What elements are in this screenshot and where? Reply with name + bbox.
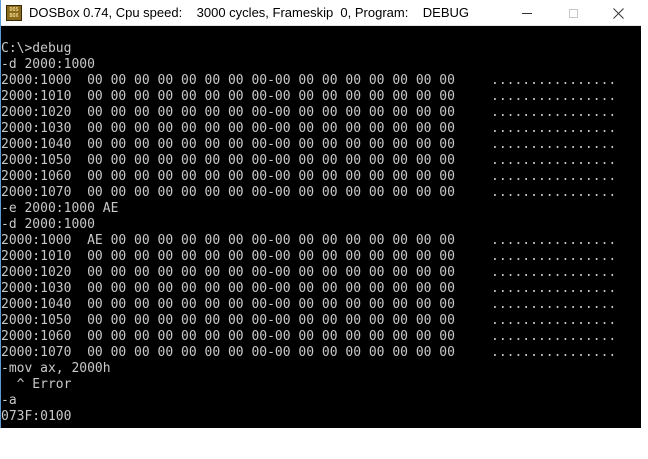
maximize-button[interactable]	[550, 0, 596, 26]
terminal-line: 073F:0100	[1, 409, 455, 425]
terminal-line: 2000:1020 00 00 00 00 00 00 00 00-00 00 …	[1, 105, 616, 121]
terminal-line: -mov ax, 2000h	[1, 361, 455, 377]
terminal-line: 2000:1010 00 00 00 00 00 00 00 00-00 00 …	[1, 89, 616, 105]
terminal-line: -e 2000:1000 AE	[1, 201, 455, 217]
terminal-line-text: 2000:1020 00 00 00 00 00 00 00 00-00 00 …	[1, 265, 455, 280]
terminal-line: 2000:1050 00 00 00 00 00 00 00 00-00 00 …	[1, 153, 616, 169]
terminal-ascii-dump: ................	[491, 249, 617, 264]
terminal-line-text: 2000:1030 00 00 00 00 00 00 00 00-00 00 …	[1, 121, 455, 136]
terminal-ascii-dump: ................	[491, 233, 617, 248]
terminal-line-text: ^ Error	[1, 377, 72, 392]
terminal-ascii-dump: ................	[491, 89, 617, 104]
terminal-line-text: 2000:1070 00 00 00 00 00 00 00 00-00 00 …	[1, 345, 455, 360]
terminal-ascii-dump: ................	[491, 73, 617, 88]
terminal-line: 2000:1000 00 00 00 00 00 00 00 00-00 00 …	[1, 73, 616, 89]
terminal-line: -d 2000:1000	[1, 217, 455, 233]
terminal-ascii-dump: ................	[491, 121, 617, 136]
terminal-line-text: 2000:1010 00 00 00 00 00 00 00 00-00 00 …	[1, 249, 455, 264]
terminal-line-text: 073F:0100	[1, 409, 72, 424]
terminal-line-text: 2000:1040 00 00 00 00 00 00 00 00-00 00 …	[1, 297, 455, 312]
maximize-icon	[568, 8, 578, 18]
terminal-ascii-dump: ................	[491, 345, 617, 360]
terminal-line-text: 2000:1060 00 00 00 00 00 00 00 00-00 00 …	[1, 329, 455, 344]
minimize-icon	[522, 12, 532, 14]
window-title: DOSBox 0.74, Cpu speed: 3000 cycles, Fra…	[29, 5, 470, 20]
close-icon	[612, 7, 624, 19]
terminal-line: 2000:1070 00 00 00 00 00 00 00 00-00 00 …	[1, 185, 616, 201]
terminal-ascii-dump: ................	[491, 281, 617, 296]
terminal-ascii-dump: ................	[491, 313, 617, 328]
terminal-line-text: 2000:1000 00 00 00 00 00 00 00 00-00 00 …	[1, 73, 455, 88]
terminal-line: 2000:1040 00 00 00 00 00 00 00 00-00 00 …	[1, 137, 616, 153]
terminal-output: C:\>debug -d 2000:1000 2000:1000 00 00 00 …	[1, 41, 616, 425]
terminal-line-text: 2000:1050 00 00 00 00 00 00 00 00-00 00 …	[1, 153, 455, 168]
terminal-line-text: -mov ax, 2000h	[1, 361, 111, 376]
terminal-line: 2000:1060 00 00 00 00 00 00 00 00-00 00 …	[1, 169, 616, 185]
close-button[interactable]	[595, 0, 641, 26]
terminal-line: 2000:1000 AE 00 00 00 00 00 00 00-00 00 …	[1, 233, 616, 249]
terminal-ascii-dump: ................	[491, 329, 617, 344]
terminal-ascii-dump: ................	[491, 153, 617, 168]
terminal-ascii-dump: ................	[491, 137, 617, 152]
terminal-line: 2000:1070 00 00 00 00 00 00 00 00-00 00 …	[1, 345, 616, 361]
terminal-ascii-dump: ................	[491, 105, 617, 120]
terminal-line: 2000:1020 00 00 00 00 00 00 00 00-00 00 …	[1, 265, 616, 281]
terminal-line-text: 2000:1010 00 00 00 00 00 00 00 00-00 00 …	[1, 89, 455, 104]
terminal-line: 2000:1030 00 00 00 00 00 00 00 00-00 00 …	[1, 281, 616, 297]
terminal-line: ^ Error	[1, 377, 455, 393]
terminal-line-text: -d 2000:1000	[1, 57, 95, 72]
dosbox-icon-text-bottom: BOX	[9, 12, 19, 19]
terminal-line: C:\>debug	[1, 41, 455, 57]
terminal-line: -d 2000:1000	[1, 57, 455, 73]
terminal-line-text: 2000:1020 00 00 00 00 00 00 00 00-00 00 …	[1, 105, 455, 120]
terminal-line: 2000:1030 00 00 00 00 00 00 00 00-00 00 …	[1, 121, 616, 137]
terminal-line-text: -a	[1, 393, 17, 408]
terminal-line: 2000:1010 00 00 00 00 00 00 00 00-00 00 …	[1, 249, 616, 265]
terminal-line: -a	[1, 393, 455, 409]
terminal-ascii-dump: ................	[491, 265, 617, 280]
terminal-line-text: -d 2000:1000	[1, 217, 95, 232]
terminal-line-text: 2000:1030 00 00 00 00 00 00 00 00-00 00 …	[1, 281, 455, 296]
title-bar[interactable]: DOS BOX DOSBox 0.74, Cpu speed: 3000 cyc…	[1, 0, 641, 26]
terminal-line-text: 2000:1000 AE 00 00 00 00 00 00 00-00 00 …	[1, 233, 455, 248]
terminal-line-text: 2000:1070 00 00 00 00 00 00 00 00-00 00 …	[1, 185, 455, 200]
terminal-line: 2000:1040 00 00 00 00 00 00 00 00-00 00 …	[1, 297, 616, 313]
terminal-line-text: 2000:1050 00 00 00 00 00 00 00 00-00 00 …	[1, 313, 455, 328]
terminal-line: 2000:1050 00 00 00 00 00 00 00 00-00 00 …	[1, 313, 616, 329]
minimize-button[interactable]	[504, 0, 550, 26]
terminal-line-text: -e 2000:1000 AE	[1, 201, 119, 216]
dos-screen[interactable]: C:\>debug -d 2000:1000 2000:1000 00 00 00 …	[1, 26, 641, 428]
terminal-ascii-dump: ................	[491, 169, 617, 184]
dosbox-window: DOS BOX DOSBox 0.74, Cpu speed: 3000 cyc…	[0, 0, 641, 428]
dosbox-icon[interactable]: DOS BOX	[6, 4, 22, 21]
terminal-line-text: C:\>debug	[1, 41, 72, 56]
terminal-line-text: 2000:1060 00 00 00 00 00 00 00 00-00 00 …	[1, 169, 455, 184]
terminal-ascii-dump: ................	[491, 185, 617, 200]
terminal-ascii-dump: ................	[491, 297, 617, 312]
terminal-line: 2000:1060 00 00 00 00 00 00 00 00-00 00 …	[1, 329, 616, 345]
terminal-line-text: 2000:1040 00 00 00 00 00 00 00 00-00 00 …	[1, 137, 455, 152]
